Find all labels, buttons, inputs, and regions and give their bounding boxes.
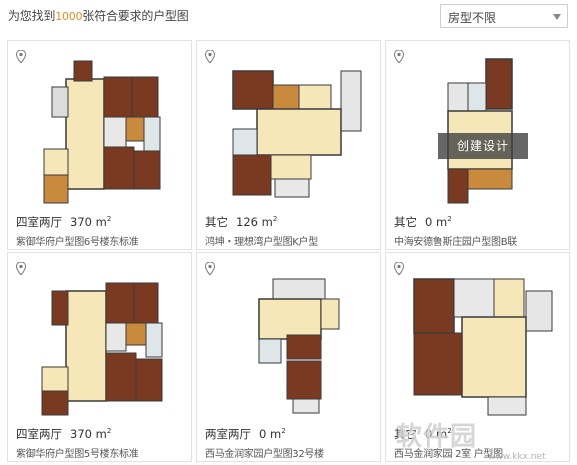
room-type-filter[interactable]: 房型不限 bbox=[440, 4, 568, 28]
floorplan-name[interactable]: 紫御华府户型图5号楼东标准 bbox=[16, 445, 191, 460]
floorplan-info: 两室两厅 0 m2 bbox=[205, 426, 377, 442]
floorplan-name[interactable]: 紫御华府户型图6号楼东标准 bbox=[16, 233, 191, 248]
floorplan-card[interactable]: 四室两厅 370 m2 紫御华府户型图6号楼东标准 bbox=[7, 40, 192, 250]
floorplan-image[interactable] bbox=[203, 261, 375, 421]
room-type: 其它 bbox=[205, 215, 228, 229]
floorplan-name[interactable]: 西马金润家园 2室 户型图 bbox=[394, 445, 569, 460]
floorplan-image[interactable] bbox=[14, 49, 186, 209]
floorplan-card[interactable]: 其它 126 m2 鸿坤・理想湾户型图K户型 bbox=[196, 40, 381, 250]
floorplan-card[interactable]: 四室两厅 370 m2 紫御华府户型图5号楼东标准 bbox=[7, 252, 192, 462]
floorplan-image[interactable] bbox=[203, 49, 375, 209]
floor-area: 0 m2 bbox=[425, 215, 452, 229]
floorplan-info: 四室两厅 370 m2 bbox=[16, 426, 188, 442]
room-type: 四室两厅 bbox=[16, 427, 62, 441]
floorplan-image[interactable] bbox=[392, 261, 564, 421]
room-type: 四室两厅 bbox=[16, 215, 62, 229]
floorplan-image[interactable] bbox=[392, 49, 564, 209]
floorplan-card[interactable]: 两室两厅 0 m2 西马金润家园户型图32号楼 bbox=[196, 252, 381, 462]
result-summary: 为您找到1000张符合要求的户型图 bbox=[8, 7, 189, 24]
floor-area: 370 m2 bbox=[70, 215, 112, 229]
floorplan-info: 其它 0 m2 bbox=[394, 426, 566, 442]
floorplan-name[interactable]: 西马金润家园户型图32号楼 bbox=[205, 445, 380, 460]
room-type-filter-label: 房型不限 bbox=[448, 11, 497, 25]
floorplan-name[interactable]: 中海安德鲁斯庄园户型图B联 bbox=[394, 233, 569, 248]
result-prefix: 为您找到 bbox=[8, 9, 56, 23]
room-type: 其它 bbox=[394, 215, 417, 229]
result-suffix: 张符合要求的户型图 bbox=[82, 9, 189, 23]
results-header: 为您找到1000张符合要求的户型图 房型不限 bbox=[0, 0, 577, 34]
floorplan-image[interactable] bbox=[14, 261, 186, 421]
chevron-down-icon bbox=[553, 14, 561, 20]
floorplan-grid: 四室两厅 370 m2 紫御华府户型图6号楼东标准 其它 126 m2 鸿坤・理想湾… bbox=[7, 40, 570, 462]
floor-area: 370 m2 bbox=[70, 427, 112, 441]
floor-area: 0 m2 bbox=[259, 427, 286, 441]
floor-area: 0 m2 bbox=[425, 427, 452, 441]
result-count: 1000 bbox=[55, 10, 83, 23]
floorplan-info: 其它 126 m2 bbox=[205, 214, 377, 230]
room-type: 两室两厅 bbox=[205, 427, 251, 441]
floor-area: 126 m2 bbox=[236, 215, 278, 229]
room-type: 其它 bbox=[394, 427, 417, 441]
create-design-button[interactable]: 创建设计 bbox=[438, 133, 528, 159]
floorplan-info: 四室两厅 370 m2 bbox=[16, 214, 188, 230]
floorplan-card[interactable]: 其它 0 m2 西马金润家园 2室 户型图 bbox=[385, 252, 570, 462]
floorplan-name[interactable]: 鸿坤・理想湾户型图K户型 bbox=[205, 233, 380, 248]
floorplan-card[interactable]: 创建设计 其它 0 m2 中海安德鲁斯庄园户型图B联 bbox=[385, 40, 570, 250]
floorplan-info: 其它 0 m2 bbox=[394, 214, 566, 230]
